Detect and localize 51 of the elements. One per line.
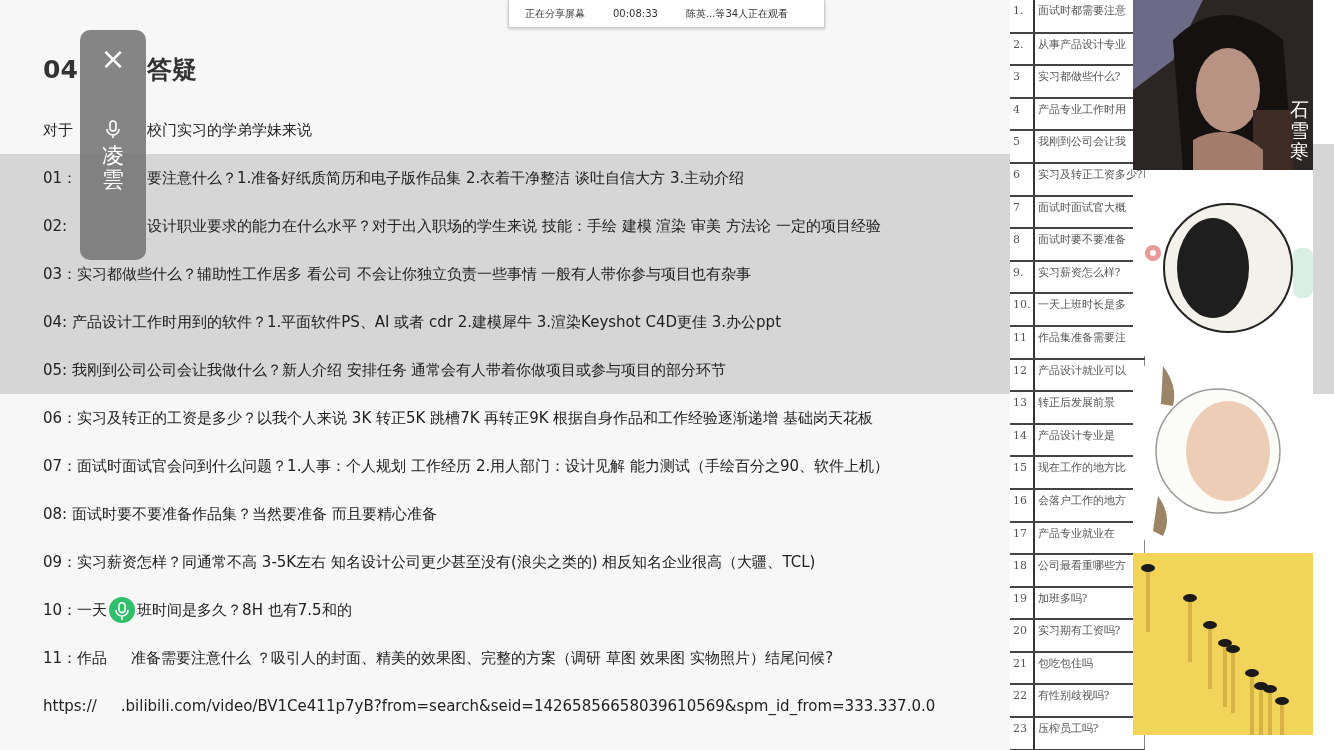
- link-text: .bilibili.com/video/BV1Ce411p7yB?from=search&seid=14265856658039610569&spm_id_from=333.337.0.0: [120, 695, 936, 717]
- row-number: 17: [1010, 521, 1034, 555]
- row-number: 2.: [1010, 32, 1034, 66]
- answer-text: 06：实习及转正的工资是多少？以我个人来说 3K 转正5K 跳槽7K 再转正9K 根据自身作品和工作经验逐渐递增 基础岗天花板: [43, 407, 874, 429]
- heading: 答疑: [147, 54, 197, 87]
- answer-text: 10：一天: [43, 599, 108, 621]
- heading: 04: [43, 54, 79, 87]
- row-number: 8: [1010, 228, 1034, 261]
- answer-text: 设计职业要求的能力在什么水平？对于出入职场的学生来说 技能：手绘 建模 渲染 审美 方法论 一定的项目经验: [147, 215, 881, 237]
- answer-text: 准备需要注意什么 ？吸引人的封面、精美的效果图、完整的方案（调研 草图 效果图 实物照片）结尾问候?: [131, 647, 834, 669]
- row-number: 3: [1010, 65, 1034, 98]
- timer: 00:08:33: [613, 7, 658, 21]
- participant-name: 石雪寒: [1290, 99, 1309, 162]
- row-number: 20: [1010, 619, 1034, 652]
- row-number: 15: [1010, 456, 1034, 489]
- row-number: 6: [1010, 162, 1034, 196]
- link-text: https://: [43, 695, 97, 717]
- paragraph: 对于: [43, 119, 74, 141]
- answer-text: 03：实习都做些什么？辅助性工作居多 看公司 不会让你独立负责一些事情 一般有人带你参与项目也有杂事: [43, 263, 752, 285]
- row-number: 22: [1010, 684, 1034, 718]
- answer-text: 01：: [43, 167, 79, 189]
- answer-text: 02:: [43, 215, 69, 237]
- viewer-count: 陈英...等34人正在观看: [685, 7, 789, 21]
- answer-text: 08: 面试时要不要准备作品集？当然要准备 而且要精心准备: [43, 503, 437, 525]
- row-number: 12: [1010, 358, 1034, 392]
- row-number: 4: [1010, 97, 1034, 131]
- answer-text: 04: 产品设计工作时用到的软件？1.平面软件PS、AI 或者 cdr 2.建模犀牛 3.渲染Keyshot C4D更佳 3.办公ppt: [43, 311, 782, 333]
- row-number: 14: [1010, 423, 1034, 457]
- row-number: 1.: [1010, 0, 1034, 33]
- speaker-name: 凌雲: [102, 144, 124, 193]
- answer-text: 09：实习薪资怎样？同通常不高 3-5K左右 知名设计公司更少甚至没有(浪尖之类的) 相反知名企业很高（大疆、TCL): [43, 551, 816, 573]
- close-button[interactable]: ×: [96, 44, 130, 74]
- microphone-icon: [109, 597, 136, 623]
- row-number: 23: [1010, 717, 1034, 750]
- answer-text: 05: 我刚到公司公司会让我做什么？新人介绍 安排任务 通常会有人带着你做项目或参与项目的部分环节: [43, 359, 727, 381]
- row-number: 18: [1010, 554, 1034, 587]
- row-number: 19: [1010, 586, 1034, 620]
- row-number: 7: [1010, 195, 1034, 229]
- answer-text: 要注意什么？1.准备好纸质简历和电子版作品集 2.衣着干净整洁 谈吐自信大方 3.主动介绍: [147, 167, 745, 189]
- row-number: 9.: [1010, 260, 1034, 294]
- row-number: 21: [1010, 651, 1034, 685]
- row-number: 5: [1010, 130, 1034, 163]
- answer-text: 11：作品: [43, 647, 108, 669]
- answer-text: 班时间是多久？8H 也有7.5和的: [137, 599, 352, 621]
- row-number: 16: [1010, 488, 1034, 522]
- row-number: 13: [1010, 391, 1034, 424]
- row-number: 10.: [1010, 293, 1034, 326]
- answer-text: 07：面试时面试官会问到什么问题？1.人事：个人规划 工作经历 2.用人部门：设计见解 能力测试（手绘百分之90、软件上机）: [43, 455, 890, 477]
- paragraph: 校门实习的学弟学妹来说: [147, 119, 312, 141]
- share-status: 正在分享屏幕: [525, 7, 585, 21]
- row-number: 11: [1010, 325, 1034, 359]
